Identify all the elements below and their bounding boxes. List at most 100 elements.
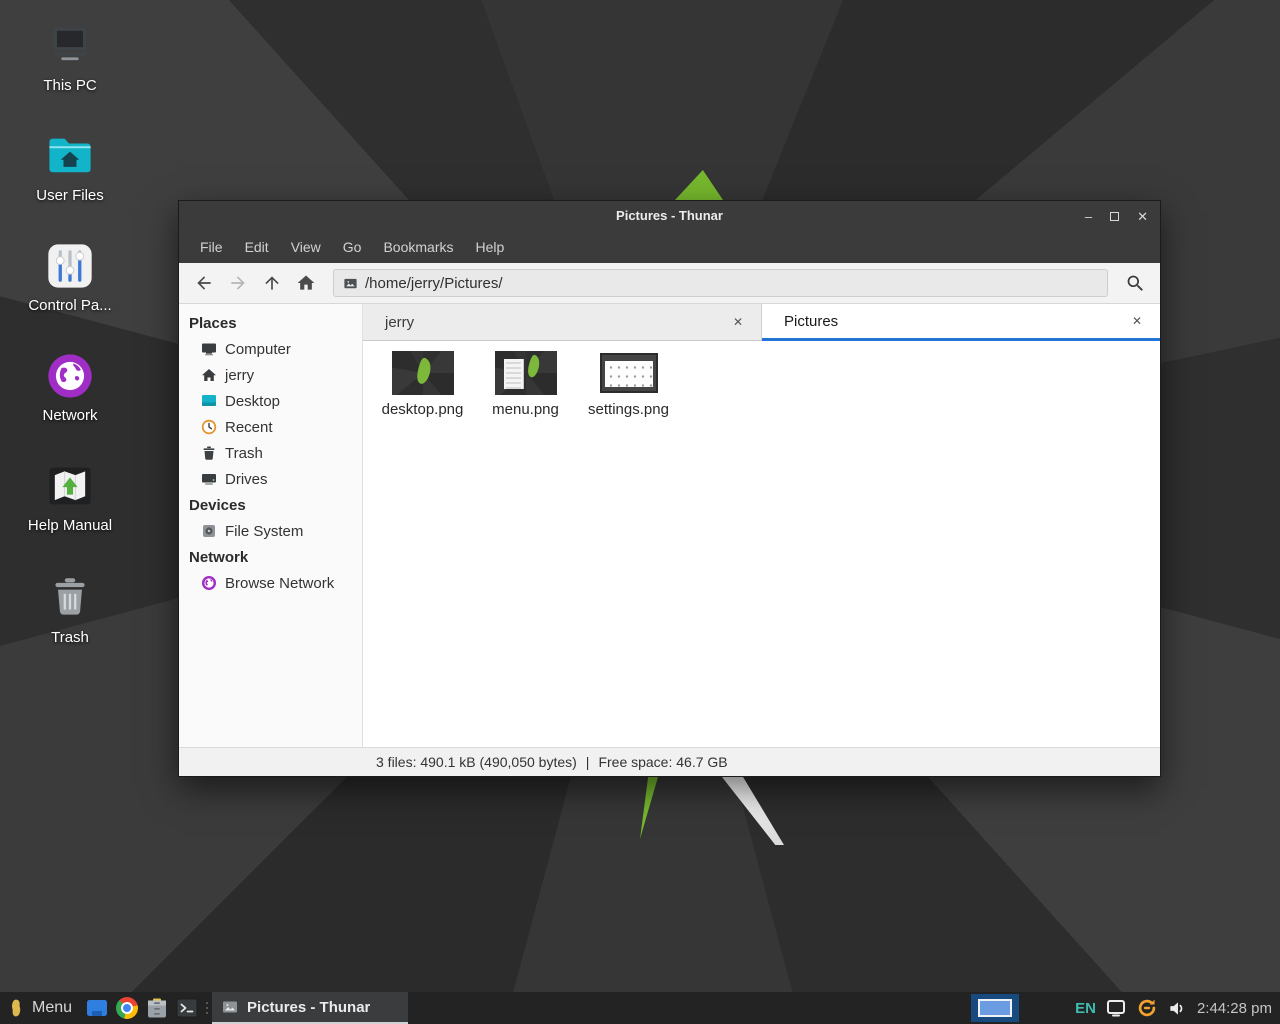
menu-file[interactable]: File [189,231,234,263]
up-button[interactable] [255,268,289,298]
file-name: menu.png [492,401,559,418]
desktop-icon-help-manual[interactable]: Help Manual [18,460,122,534]
computer-icon [201,341,217,357]
launcher-terminal[interactable] [172,992,202,1024]
maximize-button[interactable] [1110,210,1119,223]
path-bar[interactable]: /home/jerry/Pictures/ [333,269,1108,297]
forward-button[interactable] [221,268,255,298]
status-summary: 3 files: 490.1 kB (490,050 bytes) [376,754,577,770]
workspace-window-preview [978,999,1012,1017]
tab-bar: jerry ✕ Pictures ✕ [363,304,1160,341]
system-tray: EN 2:44:28 pm [1075,997,1280,1019]
task-window-icon [222,999,238,1015]
file-desktop-png[interactable]: desktop.png [371,349,474,418]
toolbar: /home/jerry/Pictures/ [179,263,1160,304]
sidebar-item-desktop[interactable]: Desktop [179,388,362,414]
sidebar-item-browse-network[interactable]: Browse Network [179,570,362,596]
sidebar: Places Computer jerry Desktop Recent [179,304,363,747]
task-button-label: Pictures - Thunar [247,999,370,1016]
keyboard-layout-indicator[interactable]: EN [1075,1000,1096,1017]
file-name: settings.png [588,401,669,418]
this-pc-icon [44,20,96,72]
desktop-icon-label: This PC [18,77,122,94]
tab-close-icon[interactable]: ✕ [1126,314,1148,328]
tab-label: Pictures [784,313,838,330]
taskbar: Menu Pictures - Thunar EN 2:44:28 pm [0,992,1280,1024]
tab-jerry[interactable]: jerry ✕ [363,304,762,341]
mint-menu-icon [8,996,24,1020]
menu-edit[interactable]: Edit [234,231,280,263]
sidebar-item-jerry[interactable]: jerry [179,362,362,388]
desktop-icon-this-pc[interactable]: This PC [18,20,122,94]
drives-icon [201,471,217,487]
terminal-icon [175,996,199,1020]
menu-help[interactable]: Help [465,231,516,263]
sidebar-item-file-system[interactable]: File System [179,518,362,544]
tab-label: jerry [385,314,414,331]
sidebar-item-label: Drives [225,471,268,488]
minimize-button[interactable]: – [1085,210,1092,223]
back-button[interactable] [187,268,221,298]
tasklist-drag-handle[interactable] [202,992,212,1024]
sidebar-item-label: Desktop [225,393,280,410]
workspace-switcher[interactable] [971,994,1019,1022]
titlebar[interactable]: Pictures - Thunar – ✕ [179,201,1160,231]
menu-bookmarks[interactable]: Bookmarks [372,231,464,263]
launcher-chrome[interactable] [112,992,142,1024]
clock[interactable]: 2:44:28 pm [1197,1000,1272,1017]
sidebar-item-recent[interactable]: Recent [179,414,362,440]
tab-pictures[interactable]: Pictures ✕ [762,304,1160,341]
desktop-icon-label: Control Pa... [18,297,122,314]
filesystem-icon [201,523,217,539]
sidebar-item-label: Trash [225,445,263,462]
launcher-files[interactable] [82,992,112,1024]
window-title: Pictures - Thunar [179,201,1160,231]
desktop-icon-label: Help Manual [18,517,122,534]
recent-clock-icon [201,419,217,435]
menubar: File Edit View Go Bookmarks Help [179,231,1160,263]
desktop: This PC User Files Control Pa... Network… [0,0,1280,1024]
volume-icon[interactable] [1168,999,1187,1018]
menu-go[interactable]: Go [332,231,373,263]
blue-window-icon [85,996,109,1020]
launcher-file-manager[interactable] [142,992,172,1024]
sidebar-item-label: Browse Network [225,575,334,592]
home-button[interactable] [289,268,323,298]
tab-close-icon[interactable]: ✕ [727,315,749,329]
control-panel-icon [44,240,96,292]
update-manager-icon[interactable] [1136,997,1158,1019]
desktop-icon-network[interactable]: Network [18,350,122,424]
sidebar-header-devices: Devices [179,492,362,518]
sidebar-item-computer[interactable]: Computer [179,336,362,362]
network-icon [44,350,96,402]
file-cabinet-icon [145,996,169,1020]
desktop-icon-user-files[interactable]: User Files [18,130,122,204]
display-tray-icon[interactable] [1106,999,1126,1017]
home-icon [201,367,217,383]
desktop-icon-trash[interactable]: Trash [18,572,122,646]
wallpaper-logo-fragment-bottom [640,777,658,839]
trash-small-icon [201,445,217,461]
start-menu-button[interactable]: Menu [0,992,82,1024]
search-button[interactable] [1118,268,1152,298]
desktop-icon-label: Trash [18,629,122,646]
user-files-icon [44,130,96,182]
close-button[interactable]: ✕ [1137,210,1148,223]
status-free-space: Free space: 46.7 GB [598,754,727,770]
file-view[interactable]: desktop.png menu.png [363,341,1160,747]
desktop-icon-control-panel[interactable]: Control Pa... [18,240,122,314]
task-button-thunar[interactable]: Pictures - Thunar [212,992,408,1024]
file-menu-png[interactable]: menu.png [474,349,577,418]
wallpaper-logo-fragment-top [675,170,723,200]
thunar-window: Pictures - Thunar – ✕ File Edit View Go … [178,200,1161,777]
browse-network-icon [201,575,217,591]
file-settings-png[interactable]: settings.png [577,349,680,418]
path-text: /home/jerry/Pictures/ [365,275,503,292]
desktop-icon-label: User Files [18,187,122,204]
chrome-icon [116,997,138,1019]
sidebar-item-trash[interactable]: Trash [179,440,362,466]
sidebar-item-drives[interactable]: Drives [179,466,362,492]
menu-png-thumbnail [495,351,557,395]
sidebar-item-label: Recent [225,419,273,436]
menu-view[interactable]: View [280,231,332,263]
